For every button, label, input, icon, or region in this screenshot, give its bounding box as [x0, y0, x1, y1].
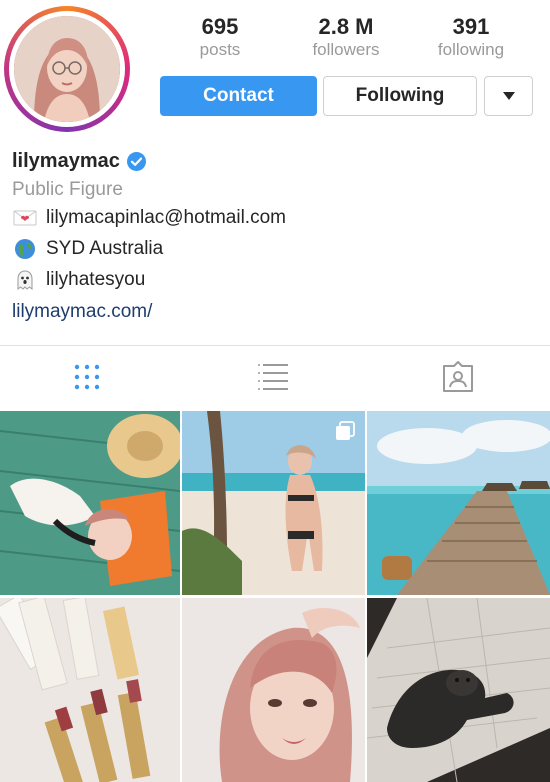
post-image — [182, 598, 365, 782]
post-image — [0, 411, 180, 595]
post-image — [367, 598, 550, 782]
profile-page: 695 posts 2.8 M followers 391 following … — [0, 0, 550, 782]
posts-label: posts — [199, 40, 241, 59]
following-stat[interactable]: 391 following — [411, 14, 531, 60]
followers-label: followers — [312, 40, 380, 59]
avatar-photo — [14, 16, 120, 122]
bio-snapchat-line: lilyhatesyou — [12, 264, 532, 295]
ghost-icon — [12, 269, 38, 291]
story-ring[interactable] — [4, 6, 130, 132]
love-letter-icon — [12, 207, 38, 229]
website-link[interactable]: lilymaymac.com/ — [12, 299, 532, 325]
tab-list-view[interactable] — [256, 360, 290, 394]
bio-location-line: SYD Australia — [12, 233, 532, 264]
bio-snapchat: lilyhatesyou — [46, 268, 146, 290]
following-count: 391 — [452, 14, 490, 39]
post-thumbnail[interactable] — [182, 598, 365, 782]
category-label: Public Figure — [12, 179, 123, 200]
post-thumbnail[interactable] — [367, 598, 550, 782]
post-thumbnail[interactable] — [0, 598, 180, 782]
bio-email[interactable]: lilymacapinlac@hotmail.com — [46, 207, 286, 229]
more-options-button[interactable] — [484, 76, 533, 116]
followers-count: 2.8 M — [318, 14, 374, 39]
following-button[interactable]: Following — [323, 76, 477, 116]
tab-grid-view[interactable] — [70, 360, 104, 394]
profile-tabs — [0, 346, 550, 408]
verified-badge-icon — [126, 151, 146, 171]
bio-section: lilymaymac Public Figure lilymacapinlac@… — [12, 148, 532, 325]
post-thumbnail[interactable] — [0, 411, 180, 595]
following-label: following — [437, 40, 505, 59]
tagged-icon — [443, 361, 473, 392]
bio-location: SYD Australia — [46, 237, 164, 259]
posts-stat[interactable]: 695 posts — [160, 14, 280, 60]
post-thumbnail[interactable] — [367, 411, 550, 595]
post-image — [367, 411, 550, 595]
followers-stat[interactable]: 2.8 M followers — [286, 14, 406, 60]
username: lilymaymac — [12, 149, 120, 172]
grid-icon — [74, 364, 100, 390]
profile-stats: 695 posts 2.8 M followers 391 following — [160, 14, 540, 66]
multiple-photos-icon — [335, 421, 355, 441]
caret-down-icon — [502, 92, 515, 100]
bio-email-line: lilymacapinlac@hotmail.com — [12, 202, 532, 233]
avatar[interactable] — [14, 16, 120, 122]
post-thumbnail[interactable] — [182, 411, 365, 595]
contact-button[interactable]: Contact — [160, 76, 317, 116]
globe-icon — [12, 238, 38, 260]
post-image — [0, 598, 180, 782]
list-icon — [258, 364, 288, 390]
tab-tagged[interactable] — [441, 360, 475, 394]
post-grid — [0, 411, 550, 782]
posts-count: 695 — [201, 14, 239, 39]
